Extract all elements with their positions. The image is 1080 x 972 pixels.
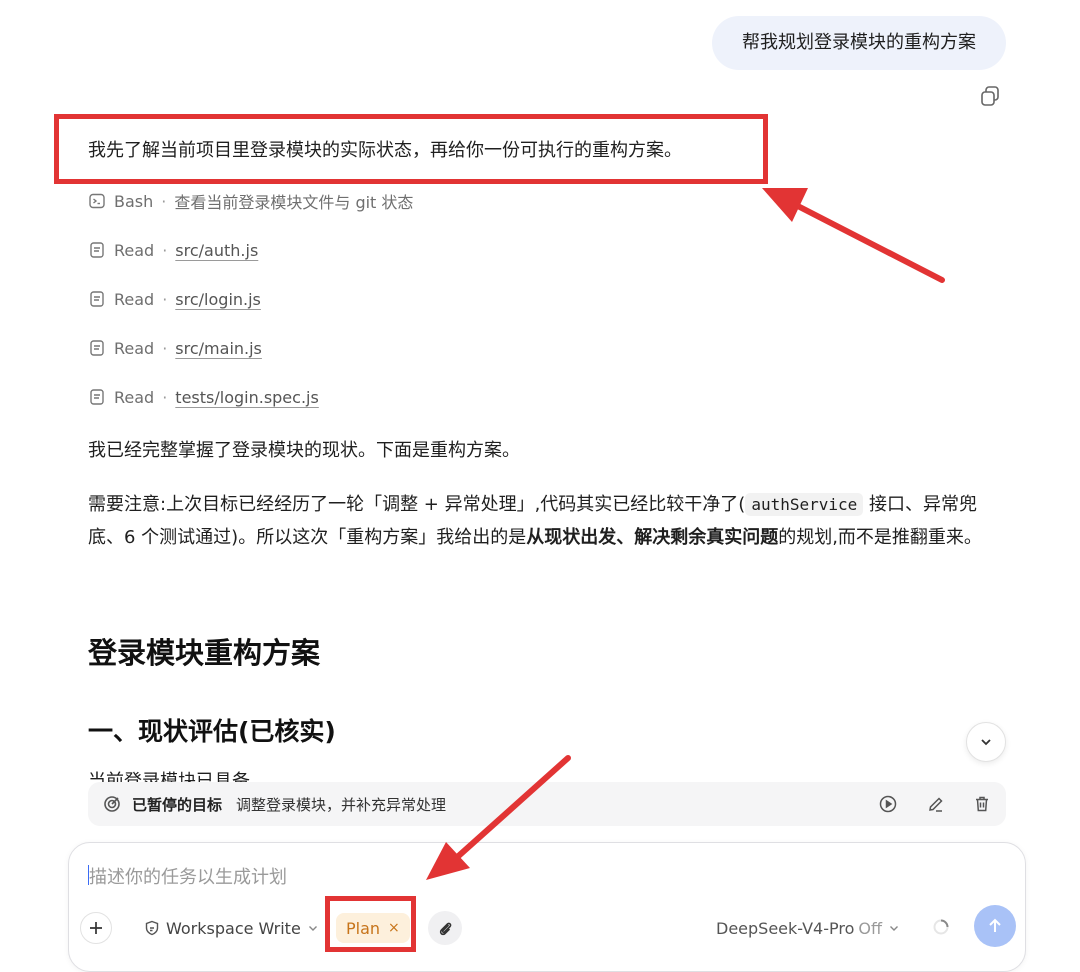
separator-dot: · bbox=[161, 191, 167, 211]
shield-edit-icon bbox=[145, 920, 159, 936]
separator-dot: · bbox=[162, 289, 168, 309]
tool-call-row[interactable]: Read · src/main.js bbox=[88, 336, 262, 360]
file-link[interactable]: tests/login.spec.js bbox=[175, 388, 319, 407]
separator-dot: · bbox=[162, 240, 168, 260]
plus-icon bbox=[90, 922, 102, 934]
annotation-box bbox=[54, 114, 768, 184]
tool-target: 查看当前登录模块文件与 git 状态 bbox=[174, 193, 414, 212]
file-link[interactable]: src/auth.js bbox=[175, 241, 258, 260]
composer: 描述你的任务以生成计划 bbox=[68, 842, 1026, 972]
arrow-up-icon bbox=[989, 918, 1001, 932]
note-paragraph: 需要注意:上次目标已经经历了一轮「调整 + 异常处理」,代码其实已经比较干净了(… bbox=[88, 488, 1006, 554]
terminal-icon bbox=[89, 193, 105, 209]
tool-name: Read bbox=[114, 387, 155, 407]
scroll-to-bottom-button[interactable] bbox=[966, 722, 1006, 762]
goal-description: 调整登录模块，并补充异常处理 bbox=[236, 795, 447, 814]
section-heading: 登录模块重构方案 bbox=[88, 636, 321, 670]
file-link[interactable]: src/login.js bbox=[175, 290, 261, 309]
tool-name: Read bbox=[114, 289, 155, 309]
send-button[interactable] bbox=[974, 905, 1016, 947]
task-input[interactable]: 描述你的任务以生成计划 bbox=[89, 863, 287, 889]
tool-call-row[interactable]: Read · tests/login.spec.js bbox=[88, 385, 319, 409]
note-bold: 从现状出发、解决剩余真实问题 bbox=[526, 527, 779, 548]
loading-spinner-icon bbox=[933, 919, 949, 935]
play-icon[interactable] bbox=[878, 794, 898, 814]
chevron-down-icon bbox=[308, 926, 317, 931]
file-icon bbox=[90, 242, 104, 258]
tool-name: Read bbox=[114, 240, 155, 260]
tool-call-row[interactable]: Bash · 查看当前登录模块文件与 git 状态 bbox=[88, 189, 413, 213]
model-selector[interactable]: DeepSeek-V4-Pro Off bbox=[716, 916, 900, 940]
tool-call-row[interactable]: Read · src/login.js bbox=[88, 287, 261, 311]
file-icon bbox=[90, 389, 104, 405]
trash-icon[interactable] bbox=[972, 794, 992, 814]
tool-call-row[interactable]: Read · src/auth.js bbox=[88, 238, 258, 262]
permission-selector[interactable]: Workspace Write bbox=[144, 916, 319, 940]
summary-paragraph: 我已经完整掌握了登录模块的现状。下面是重构方案。 bbox=[88, 440, 520, 461]
add-button[interactable] bbox=[80, 912, 112, 944]
copy-icon[interactable] bbox=[978, 84, 1002, 108]
paused-goal-bar: 已暂停的目标 调整登录模块，并补充异常处理 bbox=[88, 782, 1006, 826]
edit-icon[interactable] bbox=[926, 794, 946, 814]
user-message-bubble: 帮我规划登录模块的重构方案 bbox=[712, 16, 1006, 70]
note-text: 需要注意:上次目标已经经历了一轮「调整 + 异常处理」,代码其实已经比较干净了( bbox=[88, 494, 746, 515]
file-link[interactable]: src/main.js bbox=[175, 339, 262, 358]
annotation-box bbox=[325, 896, 416, 952]
tool-name: Bash bbox=[114, 191, 154, 211]
thinking-status: Off bbox=[858, 918, 883, 938]
model-name: DeepSeek-V4-Pro bbox=[716, 918, 855, 938]
goal-icon bbox=[104, 796, 120, 812]
permission-label: Workspace Write bbox=[166, 918, 301, 938]
inline-code: authService bbox=[745, 493, 864, 516]
file-icon bbox=[90, 291, 104, 307]
goal-title: 已暂停的目标 bbox=[132, 795, 223, 814]
tool-name: Read bbox=[114, 338, 155, 358]
separator-dot: · bbox=[162, 387, 168, 407]
separator-dot: · bbox=[162, 338, 168, 358]
subsection-heading: 一、现状评估(已核实) bbox=[88, 717, 336, 746]
chevron-down-icon bbox=[890, 926, 899, 931]
chevron-down-icon bbox=[981, 739, 991, 746]
note-text: 的规划,而不是推翻重来。 bbox=[778, 527, 982, 548]
file-icon bbox=[90, 340, 104, 356]
attach-button[interactable] bbox=[428, 911, 462, 945]
partially-hidden-text: 当前登录模块已具备 bbox=[88, 771, 250, 782]
paperclip-icon bbox=[439, 922, 452, 936]
